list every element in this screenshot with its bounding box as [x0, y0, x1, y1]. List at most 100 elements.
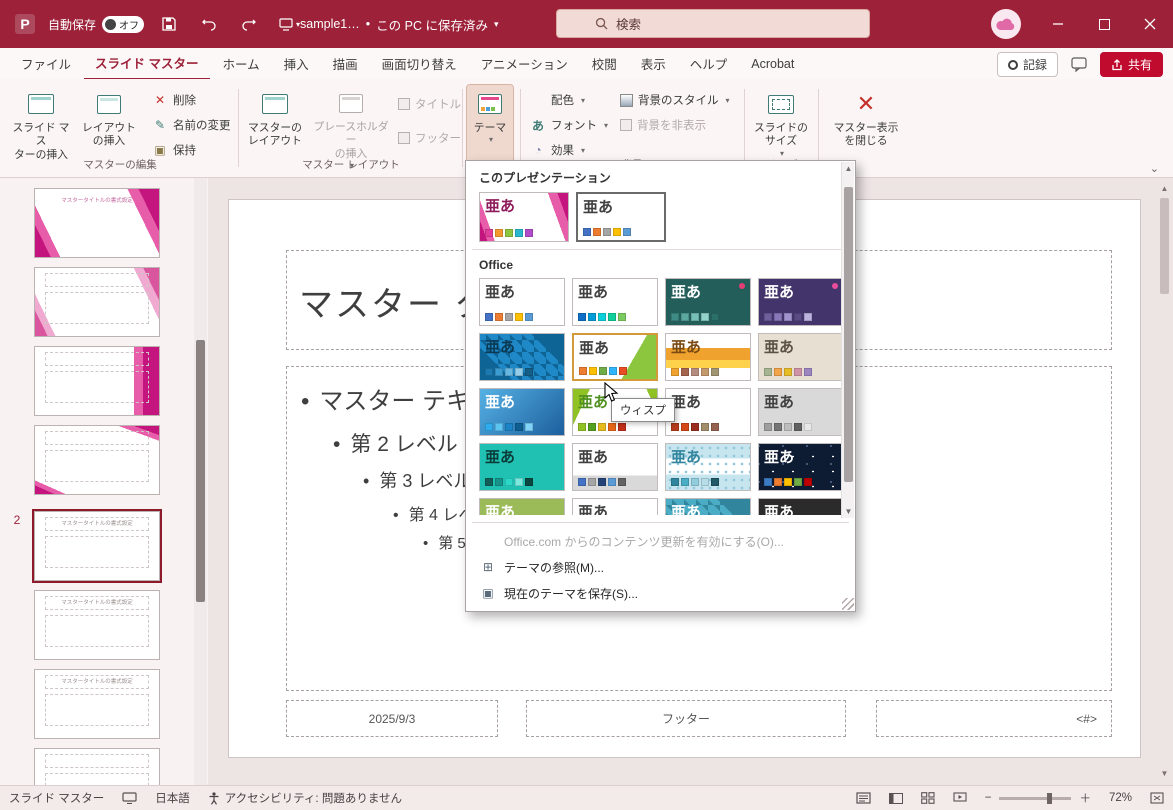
slide-thumbnail-selected[interactable]: マスタータイトルの書式設定	[34, 511, 160, 581]
zoom-slider[interactable]	[999, 797, 1071, 800]
gallery-scrollbar[interactable]: ▲ ▼	[841, 162, 854, 518]
mouse-cursor	[604, 382, 619, 406]
slide-thumbnail[interactable]	[34, 425, 160, 495]
theme-thumbnail[interactable]: 亜あ	[758, 498, 844, 515]
canvas-scrollbar[interactable]: ▲ ▼	[1158, 182, 1171, 780]
theme-thumbnail[interactable]: 亜あ	[665, 333, 751, 381]
tab-ホーム[interactable]: ホーム	[212, 48, 271, 79]
status-view-name[interactable]: スライド マスター	[0, 786, 113, 810]
tab-ヘルプ[interactable]: ヘルプ	[679, 48, 739, 79]
tab-表示[interactable]: 表示	[630, 48, 677, 79]
date-placeholder[interactable]: 2025/9/3	[286, 700, 498, 737]
normal-view-button[interactable]	[880, 786, 912, 810]
tab-画面切り替え[interactable]: 画面切り替え	[371, 48, 468, 79]
theme-thumbnail[interactable]: 亜あ	[572, 498, 658, 515]
scroll-down-icon[interactable]: ▼	[1158, 767, 1171, 780]
save-button[interactable]	[154, 9, 184, 39]
zoom-slider-handle[interactable]	[1047, 793, 1052, 804]
theme-thumbnail[interactable]: 亜あ	[758, 333, 844, 381]
tab-挿入[interactable]: 挿入	[273, 48, 320, 79]
fonts-button[interactable]: あ フォント ▾	[526, 114, 612, 136]
zoom-out-button[interactable]: −	[976, 786, 994, 810]
colors-button[interactable]: 配色 ▾	[526, 89, 589, 111]
scroll-down-icon[interactable]: ▼	[842, 507, 855, 516]
slide-sorter-view-button[interactable]	[912, 786, 944, 810]
background-styles-button[interactable]: 背景のスタイル ▾	[616, 89, 734, 111]
maximize-button[interactable]	[1081, 0, 1127, 48]
scrollbar-thumb[interactable]	[196, 340, 205, 602]
title-checkbox-label: タイトル	[415, 96, 461, 112]
thumbnail-panel-scrollbar[interactable]	[194, 178, 207, 785]
fit-to-window-button[interactable]	[1141, 786, 1173, 810]
language-indicator[interactable]: 日本語	[146, 786, 199, 810]
document-title[interactable]: sample1… • この PC に保存済み ▾	[300, 0, 498, 48]
tab-ファイル[interactable]: ファイル	[10, 48, 82, 79]
display-settings-button[interactable]	[113, 786, 146, 810]
slide-thumbnail[interactable]	[34, 748, 160, 785]
zoom-in-button[interactable]: ＋	[1077, 786, 1100, 810]
theme-color-swatches	[485, 423, 533, 431]
scrollbar-thumb[interactable]	[844, 187, 853, 482]
search-input[interactable]: 検索	[556, 9, 870, 38]
slide-size-icon	[765, 89, 797, 119]
slide-thumbnail[interactable]: マスタータイトルの書式設定	[34, 669, 160, 739]
autosave-toggle[interactable]: オフ	[102, 16, 144, 33]
tab-Acrobat[interactable]: Acrobat	[740, 51, 805, 77]
theme-thumbnail[interactable]: 亜あ	[572, 278, 658, 326]
theme-thumbnail[interactable]: 亜あ	[572, 333, 658, 381]
resize-grip[interactable]	[842, 598, 854, 610]
tab-描画[interactable]: 描画	[322, 48, 369, 79]
slide-thumbnail[interactable]: マスタータイトルの書式設定	[34, 188, 160, 258]
gallery-menu-item[interactable]: ▣現在のテーマを保存(S)...	[466, 580, 855, 606]
theme-thumbnail[interactable]: 亜あ	[479, 192, 569, 242]
zoom-level[interactable]: 72%	[1100, 786, 1141, 810]
theme-thumbnail[interactable]: 亜あ	[665, 388, 751, 436]
footer-checkbox[interactable]: フッター	[394, 127, 465, 149]
rename-button[interactable]: ✎ 名前の変更	[148, 114, 235, 136]
theme-thumbnail[interactable]: 亜あ	[665, 498, 751, 515]
footer-placeholder[interactable]: フッター	[526, 700, 846, 737]
slide-thumbnail[interactable]	[34, 267, 160, 337]
slide-thumbnail[interactable]	[34, 346, 160, 416]
undo-button[interactable]	[194, 9, 224, 39]
theme-thumbnail[interactable]: 亜あ	[479, 278, 565, 326]
title-checkbox[interactable]: タイトル	[394, 93, 465, 115]
record-button[interactable]: 記録	[997, 52, 1058, 77]
placeholder-icon	[335, 89, 367, 118]
close-master-icon: ✕	[857, 93, 875, 115]
theme-thumbnail[interactable]: 亜あ	[479, 333, 565, 381]
theme-thumbnail[interactable]: 亜あ	[479, 443, 565, 491]
close-master-view-button[interactable]: ✕ マスター表示 を閉じる	[826, 85, 906, 171]
delete-button[interactable]: ✕ 削除	[148, 89, 200, 111]
theme-thumbnail[interactable]: 亜あ	[758, 278, 844, 326]
theme-thumbnail[interactable]: 亜あ	[758, 388, 844, 436]
slide-thumbnail[interactable]: マスタータイトルの書式設定	[34, 590, 160, 660]
user-avatar[interactable]	[991, 9, 1021, 39]
theme-thumbnail[interactable]: 亜あ	[758, 443, 844, 491]
slideshow-view-button[interactable]	[944, 786, 976, 810]
notes-button[interactable]	[847, 786, 880, 810]
gallery-menu-item[interactable]: ⊞テーマの参照(M)...	[466, 554, 855, 580]
page-number-placeholder[interactable]: <#>	[876, 700, 1112, 737]
share-button[interactable]: 共有	[1100, 52, 1163, 77]
collapse-ribbon-icon[interactable]: ⌄	[1150, 162, 1159, 175]
minimize-button[interactable]	[1035, 0, 1081, 48]
tab-アニメーション[interactable]: アニメーション	[470, 48, 579, 79]
hide-background-checkbox[interactable]: 背景を非表示	[616, 114, 710, 136]
scroll-up-icon[interactable]: ▲	[1158, 182, 1171, 195]
theme-thumbnail[interactable]: 亜あ	[479, 498, 565, 515]
comments-button[interactable]	[1066, 54, 1092, 76]
theme-thumbnail[interactable]: 亜あ	[479, 388, 565, 436]
tab-スライド マスター[interactable]: スライド マスター	[84, 47, 209, 80]
theme-thumbnail[interactable]: 亜あ	[665, 443, 751, 491]
delete-label: 削除	[173, 92, 196, 108]
tab-校閲[interactable]: 校閲	[581, 48, 628, 79]
theme-thumbnail[interactable]: 亜あ	[572, 443, 658, 491]
close-button[interactable]	[1127, 0, 1173, 48]
scrollbar-thumb[interactable]	[1160, 198, 1169, 294]
accessibility-status[interactable]: アクセシビリティ: 問題ありません	[199, 786, 411, 810]
theme-thumbnail[interactable]: 亜あ	[576, 192, 666, 242]
theme-thumbnail[interactable]: 亜あ	[665, 278, 751, 326]
redo-button[interactable]	[234, 9, 264, 39]
scroll-up-icon[interactable]: ▲	[842, 164, 855, 173]
